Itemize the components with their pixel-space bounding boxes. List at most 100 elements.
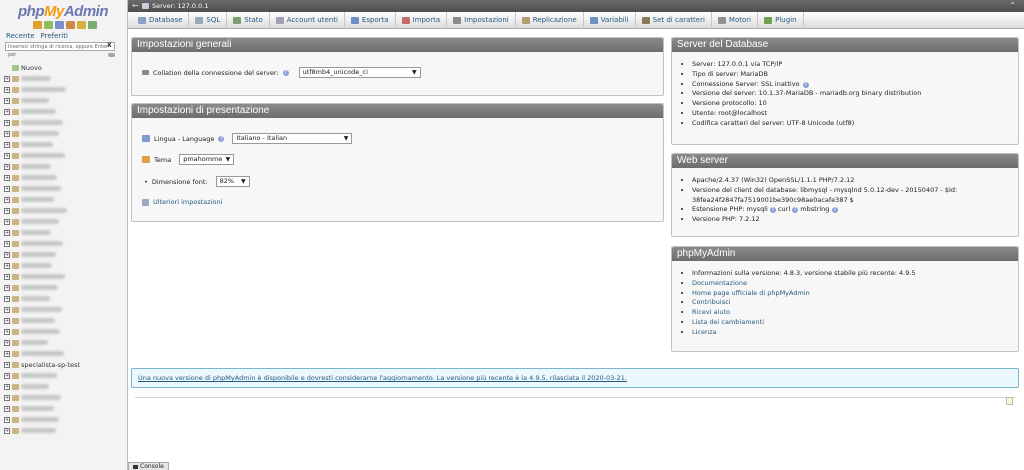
help-icon[interactable]: ? [802,81,809,88]
pma-link[interactable]: Licenza [692,328,717,336]
server-breadcrumb[interactable]: Server: 127.0.0.1 [152,0,208,12]
tree-item[interactable]: + [4,205,122,216]
collapse-icon[interactable]: ⌃ [1009,0,1016,12]
expand-icon[interactable]: + [4,306,10,313]
theme-select[interactable]: pmahomme ▼ [179,154,235,165]
pma-link[interactable]: Home page ufficiale di phpMyAdmin [692,289,810,297]
expand-icon[interactable]: + [4,295,10,302]
docs-icon[interactable] [66,21,75,29]
expand-icon[interactable]: + [4,361,10,368]
tree-item[interactable]: + [4,425,122,436]
expand-icon[interactable]: + [4,383,10,390]
tree-item[interactable]: + [4,73,122,84]
expand-icon[interactable] [4,65,10,71]
clear-filter-button[interactable]: X [107,42,112,49]
expand-icon[interactable]: + [4,317,10,324]
tree-item[interactable]: + [4,150,122,161]
language-select[interactable]: Italiano - Italian ▼ [232,133,353,144]
tab-sql[interactable]: SQL [189,11,228,29]
help-icon[interactable]: ? [282,69,289,76]
tab-replicazione[interactable]: Replicazione [516,11,584,29]
expand-icon[interactable]: + [4,185,10,192]
page-icon[interactable] [1006,397,1013,405]
help-icon[interactable]: ? [769,207,776,214]
help-icon[interactable]: ? [218,135,225,142]
pma-link[interactable]: Lista dei cambiamenti [692,318,764,326]
tree-item[interactable]: + [4,249,122,260]
expand-icon[interactable]: + [4,372,10,379]
expand-icon[interactable]: + [4,284,10,291]
expand-icon[interactable]: + [4,405,10,412]
back-arrow-icon[interactable]: ← [132,0,142,12]
tree-item[interactable]: + [4,84,122,95]
tree-item[interactable]: + [4,216,122,227]
settings-icon[interactable] [77,21,86,29]
tree-item[interactable]: + [4,128,122,139]
tree-item[interactable]: + [4,139,122,150]
query-window-icon[interactable] [55,21,64,29]
tree-item[interactable]: + [4,293,122,304]
expand-icon[interactable]: + [4,273,10,280]
tree-item[interactable]: + [4,326,122,337]
tree-item[interactable]: + [4,238,122,249]
expand-icon[interactable]: + [4,427,10,434]
expand-icon[interactable]: + [4,196,10,203]
font-size-select[interactable]: 82% ▼ [215,176,250,187]
tree-item[interactable]: Nuovo [4,62,122,73]
expand-icon[interactable]: + [4,229,10,236]
tree-item[interactable]: + [4,348,122,359]
pma-link[interactable]: Contribuisci [692,298,730,306]
expand-icon[interactable]: + [4,119,10,126]
tree-item[interactable]: + [4,161,122,172]
tree-item[interactable]: + [4,95,122,106]
tree-item[interactable]: + [4,271,122,282]
tree-item[interactable]: + [4,282,122,293]
tab-account-utenti[interactable]: Account utenti [270,11,345,29]
expand-icon[interactable]: + [4,207,10,214]
pma-link[interactable]: Ricevi aiuto [692,308,730,316]
pma-link[interactable]: Documentazione [692,279,747,287]
expand-icon[interactable]: + [4,130,10,137]
tab-database[interactable]: Database [132,11,190,29]
tree-item[interactable]: + [4,172,122,183]
tab-esporta[interactable]: Esporta [345,11,396,29]
tab-variabili[interactable]: Variabili [584,11,636,29]
tree-item[interactable]: + [4,304,122,315]
help-icon[interactable]: ? [831,207,838,214]
expand-icon[interactable]: + [4,251,10,258]
expand-icon[interactable]: + [4,416,10,423]
expand-icon[interactable]: + [4,97,10,104]
reload-icon[interactable] [88,21,97,29]
expand-icon[interactable]: + [4,240,10,247]
expand-icon[interactable]: + [4,141,10,148]
tree-item[interactable]: + [4,194,122,205]
tab-motori[interactable]: Motori [712,11,759,29]
expand-icon[interactable]: + [4,108,10,115]
tree-item[interactable]: + [4,381,122,392]
tree-item[interactable]: + [4,227,122,238]
home-icon[interactable] [33,21,42,29]
tree-item[interactable]: + specialista-sp-test [4,359,122,370]
tree-item[interactable]: + [4,315,122,326]
tab-stato[interactable]: Stato [227,11,270,29]
expand-icon[interactable]: + [4,394,10,401]
expand-icon[interactable]: + [4,163,10,170]
tree-item[interactable]: + [4,403,122,414]
expand-icon[interactable]: + [4,350,10,357]
tree-item[interactable]: + [4,183,122,194]
help-icon[interactable]: ? [792,207,799,214]
link-icon[interactable] [108,53,115,57]
tree-item[interactable]: + [4,106,122,117]
tree-item[interactable]: + [4,117,122,128]
more-settings-link[interactable]: Ulteriori impostazioni [153,198,222,206]
expand-icon[interactable]: + [4,152,10,159]
expand-icon[interactable]: + [4,328,10,335]
update-notice[interactable]: Una nuova versione di phpMyAdmin è dispo… [131,368,1019,388]
recent-link[interactable]: Recente [6,32,35,40]
tree-item[interactable]: + [4,414,122,425]
expand-icon[interactable]: + [4,339,10,346]
tree-item[interactable]: + [4,392,122,403]
expand-icon[interactable]: + [4,262,10,269]
console-toggle[interactable]: Console [128,462,169,470]
tree-item[interactable]: + [4,260,122,271]
